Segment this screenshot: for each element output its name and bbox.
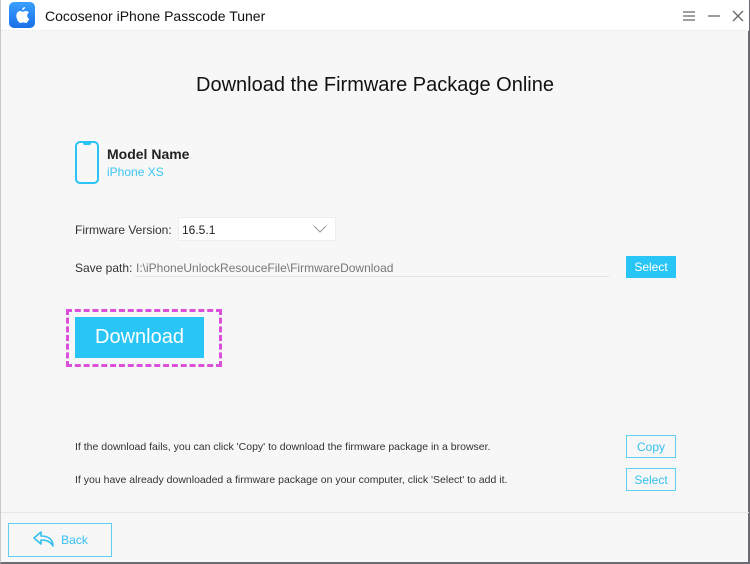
copy-button[interactable]: Copy	[626, 435, 676, 458]
menu-icon[interactable]	[679, 6, 699, 26]
save-path-select-button[interactable]: Select	[626, 256, 676, 278]
back-arrow-icon	[32, 530, 56, 551]
chevron-down-icon	[313, 222, 327, 236]
firmware-version-value: 16.5.1	[182, 223, 216, 237]
page-title: Download the Firmware Package Online	[196, 74, 554, 96]
back-button[interactable]: Back	[8, 523, 112, 557]
save-path-label: Save path:	[75, 261, 133, 275]
title-bar: Cocosenor iPhone Passcode Tuner	[1, 0, 749, 31]
back-label: Back	[61, 533, 88, 547]
app-title: Cocosenor iPhone Passcode Tuner	[45, 8, 266, 24]
model-name-label: Model Name	[107, 146, 190, 162]
download-button[interactable]: Download	[75, 317, 204, 358]
copy-hint-text: If the download fails, you can click 'Co…	[75, 441, 491, 453]
firmware-version-select[interactable]: 16.5.1	[178, 217, 336, 241]
select-hint-text: If you have already downloaded a firmwar…	[75, 474, 508, 486]
footer-divider	[1, 512, 749, 513]
save-path-underline	[135, 276, 609, 277]
select-file-button[interactable]: Select	[626, 468, 676, 491]
firmware-version-label: Firmware Version:	[75, 223, 172, 237]
iphone-icon	[75, 141, 99, 184]
save-path-value: I:\iPhoneUnlockResouceFile\FirmwareDownl…	[136, 261, 394, 275]
model-name-value: iPhone XS	[107, 165, 164, 179]
app-window: Cocosenor iPhone Passcode Tuner Download…	[0, 0, 750, 564]
close-icon[interactable]	[728, 6, 748, 26]
minimize-icon[interactable]	[704, 6, 724, 26]
apple-logo-icon	[9, 2, 35, 28]
